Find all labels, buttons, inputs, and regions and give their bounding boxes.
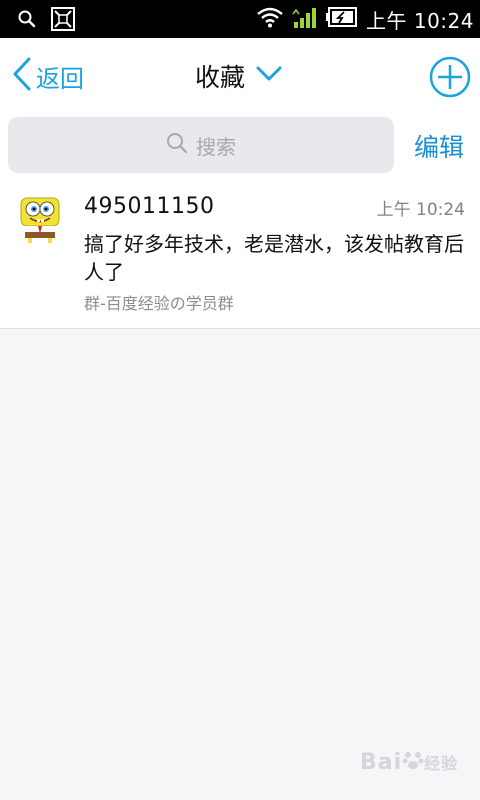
watermark-text: Bai <box>360 749 403 775</box>
sender-name: 495011150 <box>84 194 215 219</box>
edit-button[interactable]: 编辑 <box>414 128 464 164</box>
add-button[interactable] <box>429 56 471 98</box>
status-time: 上午 10:24 <box>366 8 474 33</box>
message-source: 群-百度经验の学员群 <box>84 294 234 313</box>
timestamp: 上午 10:24 <box>376 200 465 220</box>
back-button[interactable]: 返回 <box>12 56 84 96</box>
search-row: 搜索 编辑 <box>0 114 480 182</box>
page-title: 收藏 <box>195 63 246 92</box>
watermark: Bai 经验 <box>360 740 460 784</box>
message-text: 搞了好多年技术，老是潜水，该发帖教育后人了 <box>84 232 464 284</box>
title-dropdown[interactable]: 收藏 <box>195 58 283 94</box>
search-icon <box>166 132 188 158</box>
search-placeholder: 搜索 <box>196 134 236 159</box>
status-bar: 上午 10:24 <box>0 0 480 38</box>
search-input[interactable]: 搜索 <box>8 117 394 173</box>
title-bar: 返回 收藏 <box>0 38 480 114</box>
watermark-suffix: 经验 <box>424 754 459 773</box>
gallery-icon <box>50 6 76 36</box>
back-label: 返回 <box>36 64 84 93</box>
avatar[interactable] <box>16 194 64 244</box>
signal-icon <box>292 6 318 32</box>
paw-icon <box>402 749 424 775</box>
search-icon <box>18 10 36 32</box>
wifi-icon <box>256 6 284 32</box>
chevron-left-icon <box>12 57 32 95</box>
add-circle-icon <box>429 56 471 102</box>
list-item[interactable]: 495011150 上午 10:24 搞了好多年技术，老是潜水，该发帖教育后人了… <box>0 182 480 329</box>
battery-icon <box>326 7 358 31</box>
chevron-down-icon <box>255 65 283 87</box>
